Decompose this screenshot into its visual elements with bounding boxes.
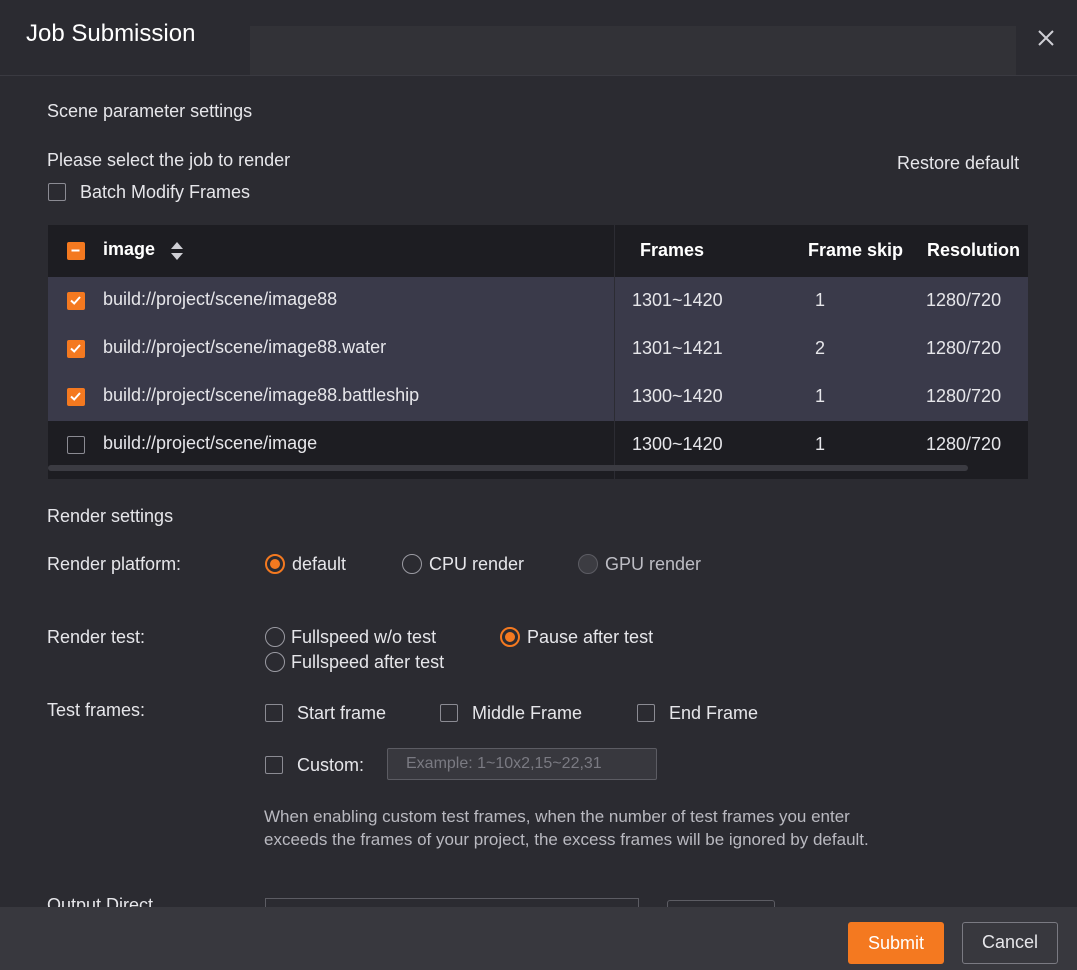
render-platform-label: Render platform:	[47, 554, 182, 574]
sort-icon[interactable]	[169, 240, 185, 262]
submit-button[interactable]: Submit	[848, 922, 944, 964]
row-name: build://project/scene/image88.battleship	[103, 385, 420, 405]
render-test-label: Render test:	[47, 627, 146, 647]
row-resolution: 1280/720	[926, 290, 1002, 310]
table-row[interactable]: build://project/scene/image88.battleship…	[48, 373, 1028, 421]
row-checkbox[interactable]	[67, 436, 85, 454]
column-divider	[614, 225, 615, 479]
row-name: build://project/scene/image88.water	[103, 337, 387, 357]
custom-frames-checkbox[interactable]	[265, 756, 283, 774]
row-checkbox[interactable]	[67, 292, 85, 310]
batch-modify-label: Batch Modify Frames	[80, 182, 251, 202]
test-fullspeed-no-test-radio[interactable]	[265, 627, 285, 647]
row-frame-skip: 2	[815, 338, 826, 358]
column-header-image[interactable]: image	[103, 239, 155, 260]
platform-gpu-radio	[578, 554, 598, 574]
row-frames: 1300~1420	[632, 434, 723, 454]
row-frame-skip: 1	[815, 290, 826, 310]
column-header-frames: Frames	[640, 240, 705, 260]
row-frame-skip: 1	[815, 386, 826, 406]
test-fullspeed-after-test-radio[interactable]	[265, 652, 285, 672]
output-directory-label: Output Direct	[47, 895, 154, 907]
job-table: image Frames Frame skip Resolution build…	[48, 225, 1028, 479]
custom-frames-note: When enabling custom test frames, when t…	[264, 807, 869, 849]
row-checkbox[interactable]	[67, 388, 85, 406]
table-header: image Frames Frame skip Resolution	[48, 225, 1028, 277]
test-pause-after-test-label[interactable]: Pause after test	[527, 627, 653, 648]
test-frames-label: Test frames:	[47, 700, 146, 720]
render-section-title: Render settings	[47, 506, 174, 526]
test-fullspeed-no-test-label[interactable]: Fullspeed w/o test	[291, 627, 436, 648]
output-directory-browse-button[interactable]	[667, 900, 775, 907]
scene-section-title: Scene parameter settings	[47, 101, 253, 121]
row-checkbox[interactable]	[67, 340, 85, 358]
row-frames: 1300~1420	[632, 386, 723, 406]
close-icon[interactable]	[1034, 26, 1058, 50]
select-all-checkbox[interactable]	[67, 242, 85, 260]
platform-cpu-radio[interactable]	[402, 554, 422, 574]
row-frames: 1301~1420	[632, 290, 723, 310]
restore-default-link[interactable]: Restore default	[897, 153, 1019, 174]
row-frames: 1301~1421	[632, 338, 723, 358]
custom-frames-input[interactable]: Example: 1~10x2,15~22,31	[387, 748, 657, 780]
row-resolution: 1280/720	[926, 386, 1002, 406]
middle-frame-checkbox[interactable]	[440, 704, 458, 722]
table-row[interactable]: build://project/scene/image88 1301~1420 …	[48, 277, 1028, 325]
end-frame-label[interactable]: End Frame	[669, 703, 758, 724]
column-header-frame-skip: Frame skip	[808, 240, 904, 260]
table-horizontal-scrollbar[interactable]	[48, 465, 968, 471]
table-row[interactable]: build://project/scene/image 1300~1420 1 …	[48, 421, 1028, 469]
output-directory-input[interactable]	[265, 898, 639, 907]
start-frame-label[interactable]: Start frame	[297, 703, 386, 724]
dialog-body: Scene parameter settings Please select t…	[0, 76, 1077, 907]
cancel-button[interactable]: Cancel	[962, 922, 1058, 964]
row-name: build://project/scene/image88	[103, 289, 338, 309]
row-resolution: 1280/720	[926, 434, 1002, 454]
table-row[interactable]: build://project/scene/image88.water 1301…	[48, 325, 1028, 373]
column-header-resolution: Resolution	[927, 240, 1020, 260]
platform-cpu-label[interactable]: CPU render	[429, 554, 524, 575]
dialog-title: Job Submission	[26, 20, 196, 47]
middle-frame-label[interactable]: Middle Frame	[472, 703, 582, 724]
select-job-label: Please select the job to render	[47, 150, 291, 170]
start-frame-checkbox[interactable]	[265, 704, 283, 722]
row-frame-skip: 1	[815, 434, 826, 454]
platform-gpu-label: GPU render	[605, 554, 702, 574]
test-fullspeed-after-test-label[interactable]: Fullspeed after test	[291, 652, 444, 673]
row-name: build://project/scene/image	[103, 433, 318, 453]
end-frame-checkbox[interactable]	[637, 704, 655, 722]
row-resolution: 1280/720	[926, 338, 1002, 358]
test-pause-after-test-radio[interactable]	[500, 627, 520, 647]
platform-default-radio[interactable]	[265, 554, 285, 574]
custom-frames-label[interactable]: Custom:	[297, 755, 364, 776]
batch-modify-checkbox[interactable]	[48, 183, 66, 201]
platform-default-label[interactable]: default	[292, 554, 346, 575]
